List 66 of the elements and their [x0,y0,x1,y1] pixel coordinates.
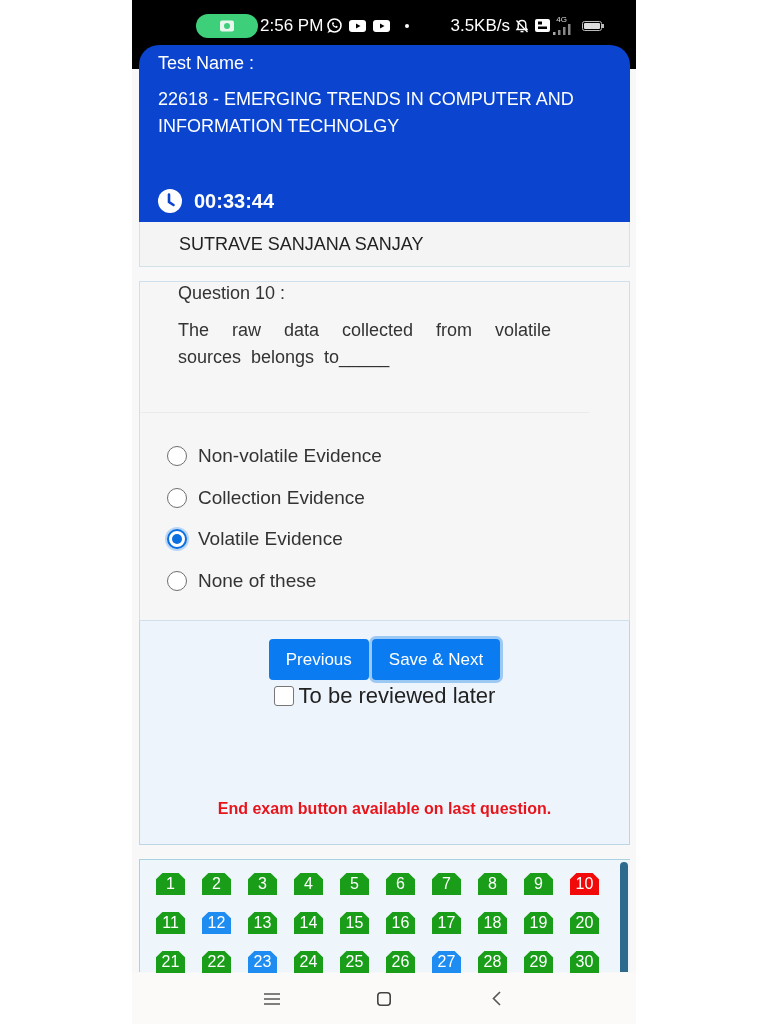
question-number-tile[interactable]: 23 [248,951,277,973]
phone-bubble-icon [326,17,343,34]
question-number-tile[interactable]: 14 [294,912,323,934]
question-number-tile[interactable]: 28 [478,951,507,973]
question-number-tile[interactable]: 19 [524,912,553,934]
question-number-tile[interactable]: 25 [340,951,369,973]
test-name: 22618 - EMERGING TRENDS IN COMPUTER AND INFORMATION TECHNOLGY [158,87,575,138]
question-text: The raw data collected from volatile sources belongs to_____ [178,318,551,370]
student-name: SUTRAVE SANJANA SANJAY [179,233,424,255]
question-number-tile[interactable]: 24 [294,951,323,973]
clock-icon [158,189,182,213]
network-badge-icon [535,19,550,32]
scrollbar[interactable] [620,862,628,972]
previous-button[interactable]: Previous [268,639,369,680]
question-number-tile[interactable]: 3 [248,873,277,895]
question-number-tile[interactable]: 18 [478,912,507,934]
network-speed: 3.5KB/s [450,15,510,36]
battery-icon [582,20,604,31]
network-type: 4G [556,16,567,24]
menu-icon[interactable] [264,992,280,1005]
question-number: Question 10 : [177,282,287,304]
play-button-icon [373,19,391,32]
question-number-tile[interactable]: 20 [570,912,599,934]
question-number-tile[interactable]: 5 [340,873,369,895]
option-label[interactable]: Non-volatile Evidence [198,445,382,468]
chevron-left-icon[interactable] [491,991,501,1006]
review-label[interactable]: To be reviewed later [298,683,496,709]
question-number-tile[interactable]: 12 [202,912,231,934]
question-number-tile[interactable]: 30 [570,951,599,973]
test-name-label: Test Name : [158,53,256,73]
play-button-icon [349,19,367,32]
question-number-tile[interactable]: 27 [432,951,461,973]
question-number-tile[interactable]: 26 [386,951,415,973]
radio-button[interactable] [167,529,187,550]
review-checkbox[interactable] [273,686,294,706]
question-number-tile[interactable]: 8 [478,873,507,895]
dot-icon [405,23,410,28]
question-number-tile[interactable]: 16 [386,912,415,934]
question-number-tile[interactable]: 2 [202,873,231,895]
question-number-tile[interactable]: 13 [248,912,277,934]
bell-slash-icon [514,17,530,34]
question-number-tile[interactable]: 9 [524,873,553,895]
question-number-tile[interactable]: 1 [156,873,185,895]
question-number-tile[interactable]: 22 [202,951,231,973]
question-number-tile[interactable]: 7 [432,873,461,895]
question-number-tile[interactable]: 21 [156,951,185,973]
question-number-tile[interactable]: 29 [524,951,553,973]
question-number-tile[interactable]: 15 [340,912,369,934]
end-exam-notice: End exam button available on last question. [217,799,552,819]
save-next-button[interactable]: Save & Next [371,639,501,680]
timer: 00:33:44 [194,189,275,213]
square-icon[interactable] [377,991,391,1006]
status-time: 2:56 PM [260,15,324,36]
radio-button[interactable] [167,487,187,508]
signal-icon [553,24,571,35]
option-label[interactable]: Collection Evidence [198,486,365,509]
camera-pill-icon [196,13,258,38]
option-label[interactable]: Volatile Evidence [198,528,343,551]
option-label[interactable]: None of these [198,569,317,592]
question-number-tile[interactable]: 4 [294,873,323,895]
radio-button[interactable] [167,570,187,591]
question-number-tile[interactable]: 6 [386,873,415,895]
question-number-tile[interactable]: 10 [570,873,599,895]
radio-button[interactable] [167,446,187,467]
question-number-tile[interactable]: 11 [156,912,185,934]
question-number-tile[interactable]: 17 [432,912,461,934]
